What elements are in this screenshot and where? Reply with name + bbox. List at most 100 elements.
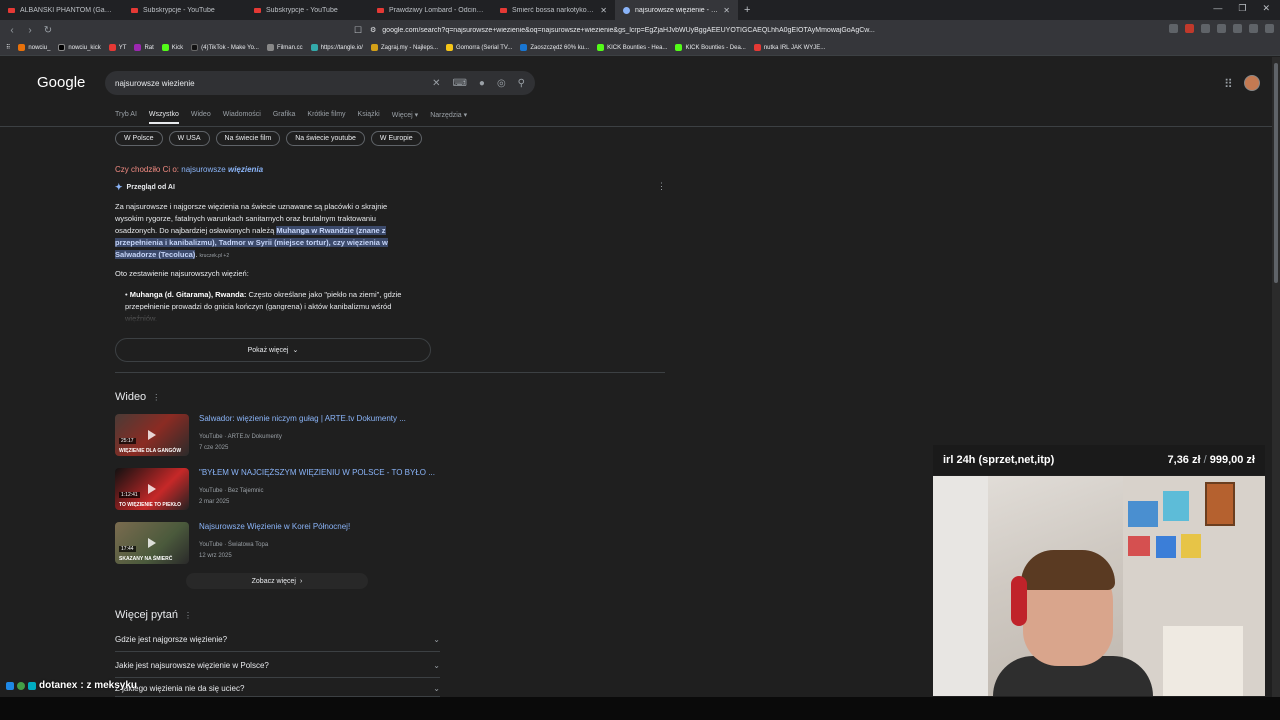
back-icon[interactable]: ‹: [6, 25, 18, 36]
video-result[interactable]: SKAZANY NA ŚMIERĆ 17:44 Najsurowsze Więz…: [115, 522, 445, 566]
extension-icon[interactable]: [1249, 24, 1258, 33]
more-options-icon[interactable]: ⋮: [657, 181, 666, 192]
video-thumbnail[interactable]: TO WIĘZIENIE TO PIEKŁO 1:12:41: [115, 468, 189, 510]
search-input[interactable]: najsurowsze wiezienie ✕ ⌨ ● ◎ ⚲: [105, 71, 535, 95]
chip[interactable]: W USA: [168, 131, 210, 146]
search-icon[interactable]: ⚲: [518, 78, 525, 89]
kick-icon: [675, 44, 683, 51]
tab-tools[interactable]: Narzędzia ▾: [430, 111, 467, 124]
question-item[interactable]: Z jakiego więzienia nie da się uciec? ⌄: [115, 680, 440, 697]
bookmarks-bar: ⠿ nowciu_ nowciu_kick YT Rat Kick (4)Tik…: [0, 40, 1280, 56]
keyboard-icon[interactable]: ⌨: [452, 78, 466, 89]
video-title[interactable]: Salwador: więzienie niczym gułag | ARTE.…: [199, 414, 406, 423]
browser-tab[interactable]: Śmierć bossa narkotykowego i✕: [492, 0, 615, 20]
bookmark[interactable]: Zaoszczędź 60% ku...: [520, 44, 589, 51]
chip[interactable]: W Polsce: [115, 131, 163, 146]
extension-icon[interactable]: [1201, 24, 1210, 33]
goal-amount: 7,36 zł / 999,00 zł: [1167, 454, 1255, 466]
close-tab-icon[interactable]: ✕: [600, 6, 607, 15]
site-info-icon[interactable]: ⚙: [370, 26, 376, 34]
close-window-icon[interactable]: ✕: [1262, 3, 1270, 14]
minimize-icon[interactable]: —: [1213, 3, 1222, 14]
chip[interactable]: W Europie: [370, 131, 422, 146]
play-icon: [148, 538, 156, 548]
tab-ai-mode[interactable]: Tryb AI: [115, 111, 137, 124]
bookmark[interactable]: Filman.cc: [266, 44, 303, 51]
browser-tab[interactable]: Subskrypcje - YouTube: [246, 0, 369, 20]
lens-icon[interactable]: ◎: [497, 78, 506, 89]
video-thumbnail[interactable]: SKAZANY NA ŚMIERĆ 17:44: [115, 522, 189, 564]
bookmark[interactable]: KICK Bounties - Dea...: [675, 44, 746, 51]
chevron-down-icon: ⌄: [292, 347, 299, 354]
question-item[interactable]: Gdzie jest najgorsze więzienie? ⌄: [115, 628, 440, 652]
bookmark[interactable]: nutka IRL JAK WYJE...: [753, 44, 825, 51]
cam-picture: [1181, 534, 1201, 558]
tab-short-videos[interactable]: Krótkie filmy: [307, 111, 345, 124]
video-thumbnail[interactable]: WIĘZIENIE DLA GANGÓW 25:17: [115, 414, 189, 456]
google-logo[interactable]: Google: [37, 74, 85, 91]
mic-icon[interactable]: ●: [479, 78, 485, 89]
video-title[interactable]: "BYŁEM W NAJCIĘŻSZYM WIĘZIENIU W POLSCE …: [199, 468, 435, 477]
more-options-icon[interactable]: ⋮: [152, 393, 160, 402]
did-you-mean-link[interactable]: najsurowsze więzienia: [181, 165, 263, 174]
scrollbar-thumb[interactable]: [1274, 63, 1278, 283]
bookmark[interactable]: Zagraj.my - Najleps...: [370, 44, 438, 51]
more-options-icon[interactable]: ⋮: [184, 611, 192, 620]
bookmark[interactable]: Kick: [161, 44, 183, 51]
extension-icon[interactable]: [1217, 24, 1226, 33]
tab-more[interactable]: Więcej ▾: [392, 111, 418, 124]
forward-icon[interactable]: ›: [24, 25, 36, 36]
question-item[interactable]: Jakie jest najsurowsze więzienie w Polsc…: [115, 654, 440, 678]
tab-images[interactable]: Grafika: [273, 111, 296, 124]
bookmark[interactable]: KICK Bounties - Hea...: [597, 44, 667, 51]
see-more-videos-button[interactable]: Zobacz więcej ›: [186, 573, 368, 589]
filter-chips: W Polsce W USA Na świecie film Na świeci…: [115, 131, 422, 146]
video-meta: YouTube · Światowa Topa: [199, 542, 269, 548]
bookmark[interactable]: nowciu_kick: [58, 44, 101, 51]
google-apps-icon[interactable]: ⠿: [1224, 77, 1233, 91]
extension-icon[interactable]: [1185, 24, 1194, 33]
youtube-icon: [131, 7, 138, 13]
browser-tab[interactable]: ALBAŃSKI PHANTOM (Gang albani: [0, 0, 123, 20]
apps-icon[interactable]: ⠿: [6, 44, 10, 51]
webcam-feed: [933, 476, 1265, 696]
tab-news[interactable]: Wiadomości: [223, 111, 261, 124]
bookmark[interactable]: https://tangle.io/: [310, 44, 363, 51]
tab-all[interactable]: Wszystko: [148, 111, 179, 124]
clear-icon[interactable]: ✕: [432, 78, 440, 89]
tab-books[interactable]: Książki: [358, 111, 380, 124]
video-title[interactable]: Najsurowsze Więzienie w Korei Północnej!: [199, 522, 350, 531]
avatar[interactable]: [1244, 75, 1260, 91]
close-tab-icon[interactable]: ✕: [723, 6, 730, 15]
bookmark[interactable]: nowciu_: [18, 44, 50, 51]
bookmark-icon[interactable]: ☐: [354, 25, 362, 36]
show-more-button[interactable]: Pokaż więcej ⌄: [115, 338, 431, 362]
cam-desk: [1163, 626, 1243, 696]
restore-icon[interactable]: ❐: [1238, 3, 1246, 14]
search-query: najsurowsze wiezienie: [115, 78, 195, 88]
tab-video[interactable]: Wideo: [191, 111, 211, 124]
video-result[interactable]: TO WIĘZIENIE TO PIEKŁO 1:12:41 "BYŁEM W …: [115, 468, 445, 512]
bookmark[interactable]: Rat: [134, 44, 154, 51]
extension-icon[interactable]: [1233, 24, 1242, 33]
bookmark[interactable]: YT: [108, 44, 126, 51]
scrollbar[interactable]: [1272, 57, 1280, 697]
chip[interactable]: Na świecie film: [215, 131, 281, 146]
chip[interactable]: Na świecie youtube: [286, 131, 365, 146]
extension-icon[interactable]: [1169, 24, 1178, 33]
bookmark[interactable]: (4)TikTok - Make Yo...: [191, 44, 259, 51]
play-icon: [148, 484, 156, 494]
omnibox[interactable]: ☐ ⚙ google.com/search?q=najsurowsze+wiez…: [354, 22, 910, 38]
ai-overview-header: ✦ Przegląd od AI: [115, 182, 175, 192]
new-tab-button[interactable]: +: [738, 4, 756, 16]
browser-tab[interactable]: Subskrypcje - YouTube: [123, 0, 246, 20]
goal-label: irl 24h (sprzet,net,itp): [943, 454, 1055, 466]
video-result[interactable]: WIĘZIENIE DLA GANGÓW 25:17 Salwador: wię…: [115, 414, 445, 458]
search-tabs: Tryb AI Wszystko Wideo Wiadomości Grafik…: [115, 111, 467, 124]
reload-icon[interactable]: ↻: [42, 25, 54, 36]
source-link[interactable]: kruczek.pl +2: [200, 253, 230, 259]
bookmark[interactable]: Gomorra (Serial TV...: [446, 44, 512, 51]
browser-tab-active[interactable]: najsurowsze więzienie - Szukaj✕: [615, 0, 738, 20]
menu-icon[interactable]: [1265, 24, 1274, 33]
browser-tab[interactable]: Prawdziwy Lombard - Odcinek 331: [369, 0, 492, 20]
